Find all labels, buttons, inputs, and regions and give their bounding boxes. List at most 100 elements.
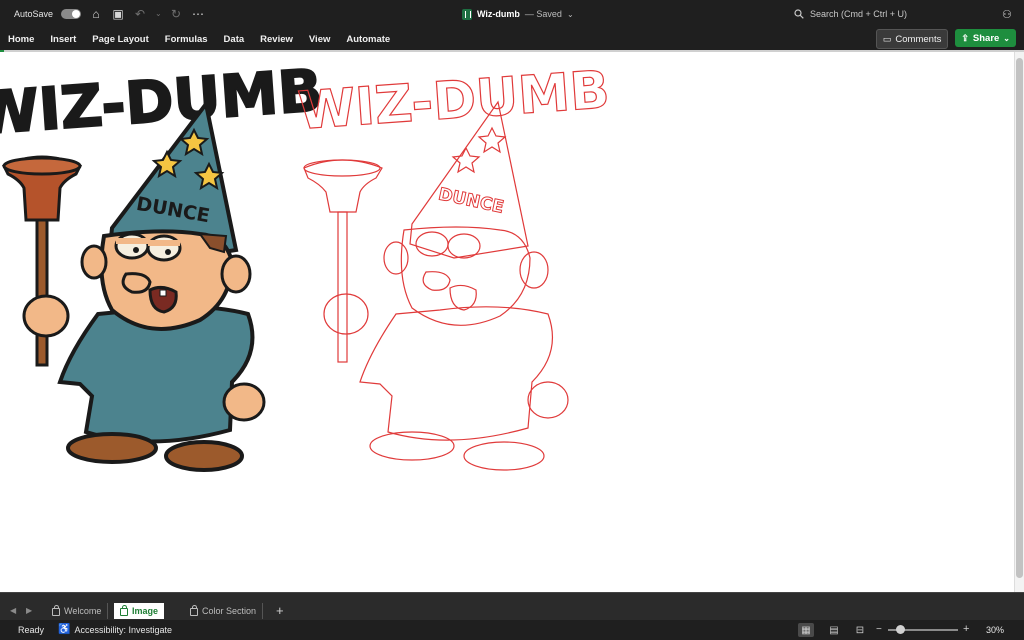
vertical-scrollbar[interactable] (1014, 52, 1024, 592)
lock-icon (52, 605, 60, 616)
zoom-slider[interactable] (888, 625, 958, 634)
add-sheet-icon[interactable]: + (276, 603, 284, 619)
outline-shoe-right (463, 441, 545, 471)
undo-dropdown-chevron-icon[interactable]: ⌄ (155, 8, 162, 20)
accessibility-icon: ♿ (58, 624, 71, 635)
worksheet-grid[interactable]: WIZ-DUMB DUNCE WIZ-DUMB DUNCE (0, 52, 1014, 592)
tab-page-layout[interactable]: Page Layout (92, 34, 149, 45)
search-placeholder: Search (Cmd + Ctrl + U) (810, 9, 908, 19)
pupil-right (165, 249, 171, 255)
eye-left (114, 232, 150, 260)
outline-mouth (449, 284, 477, 311)
more-options-icon[interactable]: ⋯ (191, 8, 205, 20)
outline-ear-left (383, 241, 409, 275)
status-ready: Ready (18, 625, 45, 635)
outline-wizard-robe (359, 306, 554, 441)
ribbon-actions: ▭ Comments ⇪ Share ⌄ (875, 29, 1016, 49)
tab-view[interactable]: View (309, 34, 330, 45)
comment-icon: ▭ (882, 33, 892, 44)
sheet-tab-label: Color Section (202, 606, 257, 616)
outline-hat-star-1 (451, 146, 481, 174)
outline-left-hand (323, 293, 369, 335)
plunger-rim (2, 156, 82, 176)
tab-automate[interactable]: Automate (346, 34, 390, 45)
sheet-tab-image[interactable]: Image (114, 603, 165, 619)
comments-button[interactable]: ▭ Comments (875, 29, 949, 49)
accessibility-label: Accessibility: Investigate (74, 624, 172, 635)
zoom-in-icon[interactable]: + (963, 623, 969, 635)
outline-plunger-cup (303, 159, 383, 213)
zoom-level[interactable]: 30% (986, 625, 1004, 635)
normal-view-icon[interactable]: ▦ (798, 623, 814, 637)
title-bar: AutoSave ⌂ ▣ ↶ ⌄ ↻ ⋯ Wiz-dumb — Saved ⌄ … (0, 0, 1024, 28)
undo-icon[interactable]: ↶ (133, 8, 147, 20)
tab-formulas[interactable]: Formulas (165, 34, 208, 45)
lock-icon (190, 605, 198, 616)
tooth (159, 289, 167, 297)
comments-label: Comments (895, 33, 942, 45)
tab-insert[interactable]: Insert (50, 34, 76, 45)
sheet-tab-color-section[interactable]: Color Section (184, 603, 264, 619)
lock-icon (120, 605, 128, 616)
eye-right (146, 234, 182, 262)
tab-review[interactable]: Review (260, 34, 293, 45)
outline-ear-right (519, 251, 549, 289)
share-chevron-down-icon: ⌄ (1003, 33, 1010, 43)
sheet-tabs-bar: ◀ ▶ Welcome Image Color Section + (0, 592, 1024, 620)
shoe-left (66, 432, 158, 464)
artwork-canvas: WIZ-DUMB DUNCE WIZ-DUMB DUNCE (0, 55, 612, 472)
vertical-scroll-thumb[interactable] (1016, 58, 1023, 578)
outline-eye-left (415, 231, 449, 257)
next-sheet-arrow-icon[interactable]: ▶ (26, 606, 32, 615)
redo-icon[interactable]: ↻ (169, 8, 183, 20)
right-hand (222, 382, 266, 422)
home-icon[interactable]: ⌂ (89, 8, 103, 20)
eyelid-left (116, 238, 148, 244)
share-icon: ⇪ (961, 32, 969, 43)
outline-wizard-image[interactable]: WIZ-DUMB DUNCE (296, 60, 612, 471)
title-bar-left: AutoSave ⌂ ▣ ↶ ⌄ ↻ ⋯ (14, 8, 205, 20)
ear-right (220, 254, 252, 294)
ear-left (80, 244, 108, 280)
eyelid-right (148, 240, 180, 246)
share-button[interactable]: ⇪ Share ⌄ (955, 29, 1016, 47)
share-label: Share (972, 32, 1000, 44)
search-box[interactable]: Search (Cmd + Ctrl + U) (794, 6, 994, 22)
outline-hat-text: DUNCE (437, 184, 506, 217)
banner-text: WIZ-DUMB (0, 56, 324, 148)
people-share-icon[interactable]: ⚇ (1002, 8, 1016, 21)
document-title-area[interactable]: Wiz-dumb — Saved ⌄ (462, 0, 574, 28)
autosave-toggle[interactable] (61, 9, 82, 19)
sheet-tab-welcome[interactable]: Welcome (46, 603, 109, 619)
page-layout-view-icon[interactable]: ▤ (826, 623, 842, 637)
document-save-status: — Saved (524, 9, 562, 19)
excel-file-icon (462, 8, 472, 20)
page-break-view-icon[interactable]: ⊟ (852, 623, 868, 637)
plunger-handle (35, 218, 49, 367)
status-bar: Ready ♿ Accessibility: Investigate ▦ ▤ ⊟… (0, 620, 1024, 640)
outline-hat-star-2 (477, 126, 507, 154)
title-chevron-down-icon: ⌄ (566, 9, 574, 19)
tab-data[interactable]: Data (224, 34, 245, 45)
outline-shoe-left (369, 431, 455, 461)
document-title: Wiz-dumb (477, 9, 520, 19)
tab-home[interactable]: Home (8, 34, 34, 45)
ribbon-tabs: Home Insert Page Layout Formulas Data Re… (0, 28, 1024, 50)
pupil-left (133, 247, 139, 253)
search-icon (794, 9, 804, 19)
zoom-slider-thumb[interactable] (896, 625, 906, 634)
outline-nose (422, 271, 451, 291)
outline-right-hand (527, 381, 569, 419)
prev-sheet-arrow-icon[interactable]: ◀ (10, 606, 16, 615)
colored-wizard-image[interactable]: WIZ-DUMB DUNCE (0, 55, 325, 472)
wizard-nose (121, 272, 152, 294)
save-icon[interactable]: ▣ (111, 8, 125, 20)
left-hand (22, 294, 70, 338)
accessibility-status[interactable]: ♿ Accessibility: Investigate (58, 624, 172, 635)
shoe-right (164, 440, 244, 472)
zoom-out-icon[interactable]: − (876, 624, 882, 635)
sheet-tab-label: Welcome (64, 606, 102, 616)
outline-plunger-rim (303, 159, 381, 177)
outline-banner-text: WIZ-DUMB (296, 60, 611, 142)
outline-wizard-face (400, 226, 531, 326)
